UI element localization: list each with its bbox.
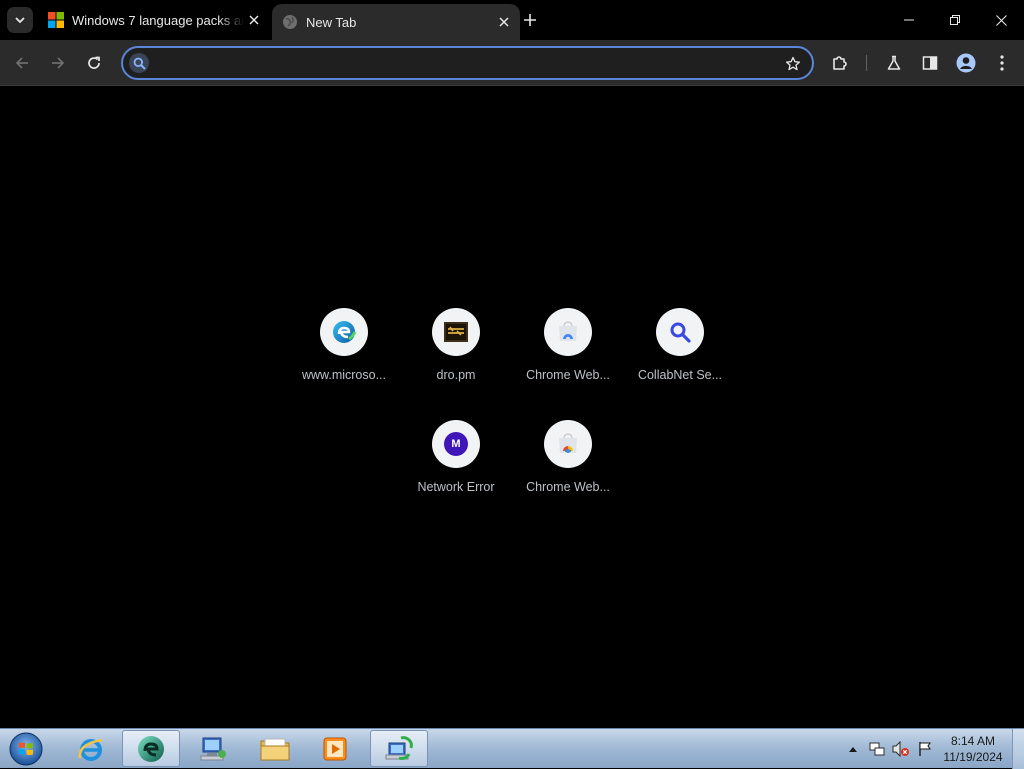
- arrow-left-icon: [15, 57, 28, 69]
- forward-button[interactable]: [44, 49, 72, 77]
- edge-icon: [320, 308, 368, 356]
- chevron-down-icon: [15, 17, 25, 24]
- shortcut-label: Chrome Web...: [526, 480, 610, 494]
- show-desktop-button[interactable]: [1012, 729, 1024, 769]
- shortcut-label: Chrome Web...: [526, 368, 610, 382]
- letter-m-text: M: [451, 438, 461, 450]
- extensions-button[interactable]: [826, 49, 854, 77]
- search-icon: [656, 308, 704, 356]
- close-icon: [499, 17, 509, 27]
- taskbar-media-player[interactable]: [306, 730, 364, 767]
- puzzle-icon: [833, 56, 847, 70]
- profile-button[interactable]: [952, 49, 980, 77]
- star-icon: [785, 56, 801, 71]
- chrome-web-store-icon: [544, 420, 592, 468]
- taskbar-network-computer[interactable]: [184, 730, 242, 767]
- taskbar-edge-beta[interactable]: [122, 730, 180, 767]
- shortcut-tile[interactable]: dro.pm: [400, 300, 512, 412]
- action-center-icon[interactable]: [866, 738, 888, 760]
- shortcut-label: dro.pm: [436, 368, 476, 382]
- shortcut-tile[interactable]: Chrome Web...: [512, 300, 624, 412]
- address-bar[interactable]: [121, 46, 814, 80]
- action-center-flag-button[interactable]: [914, 738, 936, 760]
- show-hidden-icons-button[interactable]: [842, 738, 864, 760]
- toolbar-separator: [866, 55, 867, 71]
- clock-date: 11/19/2024: [943, 750, 1003, 764]
- plus-icon: [524, 14, 536, 26]
- reload-icon: [88, 56, 100, 69]
- avatar-icon: [956, 53, 976, 73]
- speaker-muted-icon: [892, 741, 909, 757]
- close-icon: [249, 15, 259, 25]
- bookmark-star-button[interactable]: [782, 53, 804, 75]
- flag-icon: [919, 742, 931, 756]
- system-tray: [842, 729, 938, 769]
- side-panel-icon: [922, 56, 938, 70]
- new-tab-button[interactable]: [518, 8, 542, 32]
- browser-toolbar: [0, 40, 1024, 86]
- shortcut-tile[interactable]: CollabNet Se...: [624, 300, 736, 412]
- address-input[interactable]: [155, 52, 775, 74]
- chevron-up-icon: [849, 747, 857, 752]
- volume-muted-button[interactable]: [890, 738, 912, 760]
- minimize-icon: [904, 19, 914, 21]
- new-tab-page: www.microso... dro.pm Chrome Web... Coll…: [0, 87, 1024, 728]
- network-icon: [869, 742, 885, 756]
- more-vertical-icon: [1000, 55, 1004, 71]
- shortcut-label: CollabNet Se...: [637, 368, 723, 382]
- internet-explorer-icon: [78, 738, 103, 761]
- close-tab-button[interactable]: [494, 12, 514, 32]
- tab-title: Windows 7 language packs and: [72, 12, 244, 28]
- network-computer-icon: [200, 737, 226, 760]
- back-button[interactable]: [8, 49, 36, 77]
- tab-strip: Windows 7 language packs and New Tab: [0, 0, 1024, 40]
- menu-button[interactable]: [988, 49, 1016, 77]
- restore-button[interactable]: [932, 0, 978, 40]
- shortcut-label: Network Error: [417, 480, 495, 494]
- minimize-button[interactable]: [886, 0, 932, 40]
- media-player-icon: [323, 737, 347, 760]
- taskbar-clock[interactable]: 8:14 AM 11/19/2024: [936, 733, 1010, 765]
- flask-icon: [887, 55, 901, 70]
- tab-windows7-language-packs[interactable]: Windows 7 language packs and: [38, 0, 270, 40]
- shortcut-tile[interactable]: Chrome Web...: [512, 412, 624, 524]
- file-explorer-icon: [260, 738, 290, 760]
- chrome-web-store-icon: [544, 308, 592, 356]
- edge-beta-icon: [138, 735, 164, 762]
- microsoft-logo-icon: [48, 12, 64, 28]
- search-icon: [129, 53, 149, 73]
- start-button[interactable]: [6, 731, 46, 767]
- side-panel-button[interactable]: [916, 49, 944, 77]
- close-tab-button[interactable]: [244, 10, 264, 30]
- tab-new-tab[interactable]: New Tab: [272, 4, 520, 40]
- arrow-right-icon: [52, 57, 65, 69]
- letter-m-icon: M: [432, 420, 480, 468]
- reload-button[interactable]: [80, 49, 108, 77]
- taskbar-file-explorer[interactable]: [246, 730, 304, 767]
- windows-orb-icon: [9, 732, 43, 766]
- labs-button[interactable]: [880, 49, 908, 77]
- tab-search-button[interactable]: [7, 7, 33, 33]
- shortcut-label: www.microso...: [301, 368, 387, 382]
- taskbar-network-recycle[interactable]: [370, 730, 428, 767]
- browser-window: Windows 7 language packs and New Tab www…: [0, 0, 1024, 728]
- taskbar: 8:14 AM 11/19/2024: [0, 728, 1024, 769]
- dropm-icon: [432, 308, 480, 356]
- tab-title: New Tab: [306, 14, 357, 30]
- restore-icon: [950, 15, 960, 25]
- clock-time: 8:14 AM: [950, 734, 996, 748]
- taskbar-internet-explorer[interactable]: [62, 730, 120, 767]
- shortcut-tile[interactable]: M Network Error: [400, 412, 512, 524]
- globe-icon: [283, 15, 297, 29]
- close-icon: [995, 14, 1007, 26]
- network-recycle-icon: [385, 735, 413, 760]
- close-window-button[interactable]: [978, 0, 1024, 40]
- shortcut-tile[interactable]: www.microso...: [288, 300, 400, 412]
